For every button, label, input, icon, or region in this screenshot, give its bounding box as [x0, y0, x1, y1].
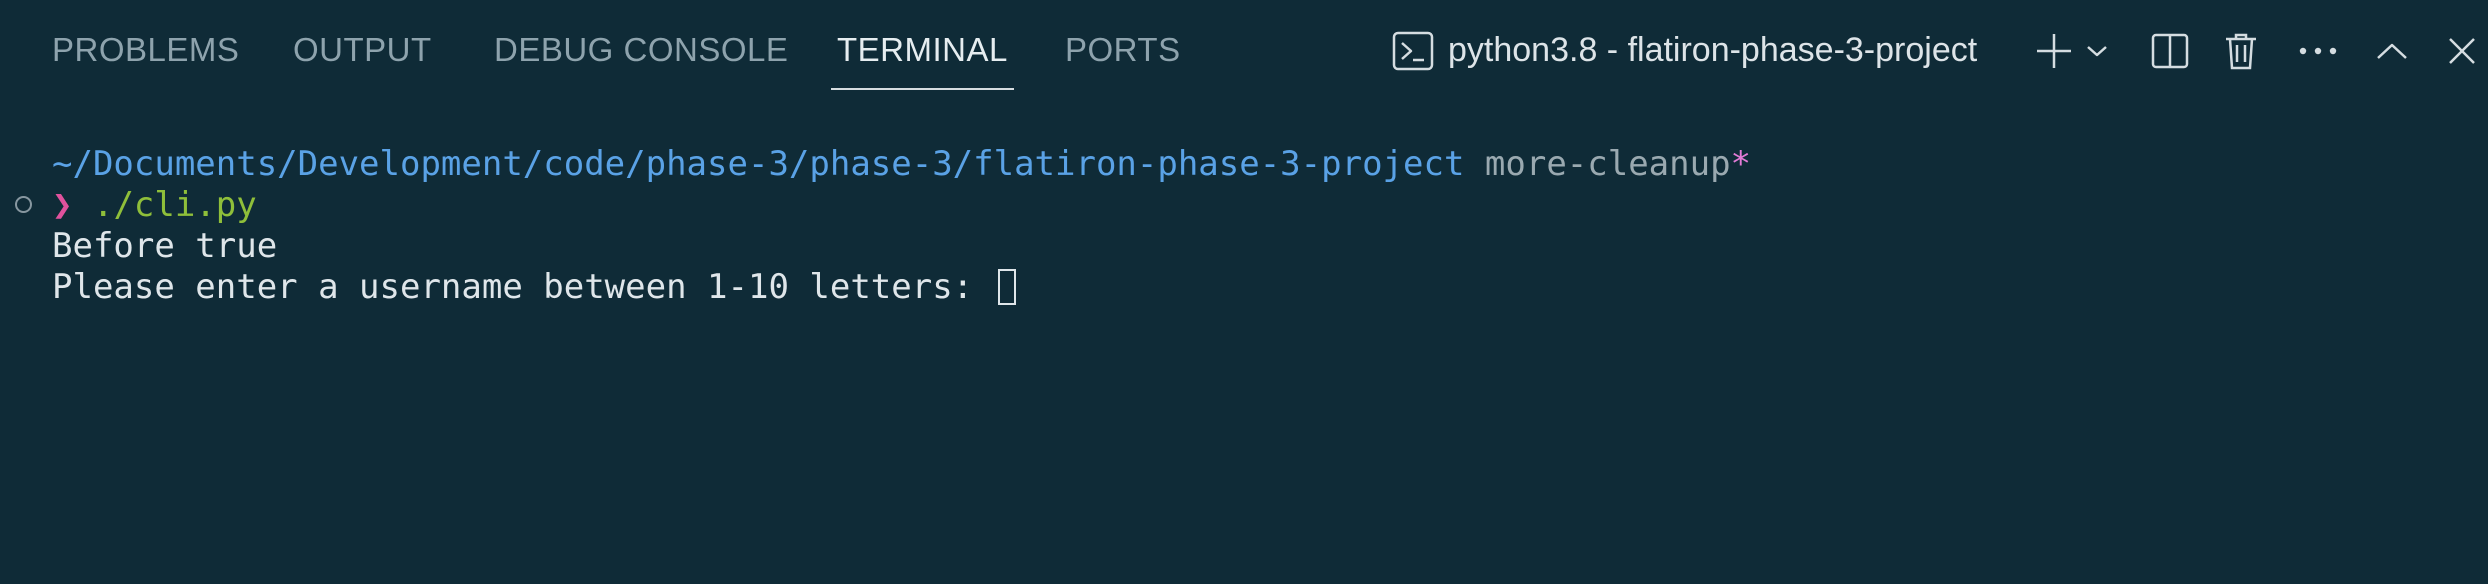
split-icon[interactable]	[2147, 28, 2193, 74]
prompt-symbol: ❯	[52, 185, 73, 225]
output-line: Before true	[52, 226, 278, 266]
panel-actions: python3.8 - flatiron-phase-3-project	[0, 0, 2488, 100]
input-prompt-text: Please enter a username between 1-10 let…	[52, 267, 994, 307]
chevron-up-icon[interactable]	[2369, 28, 2415, 74]
ellipsis-icon[interactable]	[2295, 28, 2341, 74]
terminal-cursor	[997, 269, 1016, 305]
command-decoration-icon[interactable]	[15, 196, 32, 213]
terminal-panel: PROBLEMS OUTPUT DEBUG CONSOLE TERMINAL P…	[0, 0, 2488, 584]
terminal-icon[interactable]	[1390, 28, 1436, 74]
close-icon[interactable]	[2440, 28, 2484, 74]
git-dirty-marker: *	[1730, 144, 1752, 184]
command-line: ❯ ./cli.py	[52, 185, 257, 225]
command-text: ./cli.py	[92, 185, 257, 225]
prompt-path-line: ~/Documents/Development/code/phase-3/pha…	[52, 144, 1751, 184]
plus-icon[interactable]	[2031, 28, 2077, 74]
chevron-down-icon[interactable]	[2080, 28, 2114, 74]
git-branch: more-cleanup	[1484, 144, 1731, 184]
cwd-path: ~/Documents/Development/code/phase-3/pha…	[52, 144, 1465, 184]
terminal-selector[interactable]: python3.8 - flatiron-phase-3-project	[1448, 0, 1977, 100]
trash-icon[interactable]	[2218, 28, 2264, 74]
input-prompt-line: Please enter a username between 1-10 let…	[52, 267, 1016, 307]
